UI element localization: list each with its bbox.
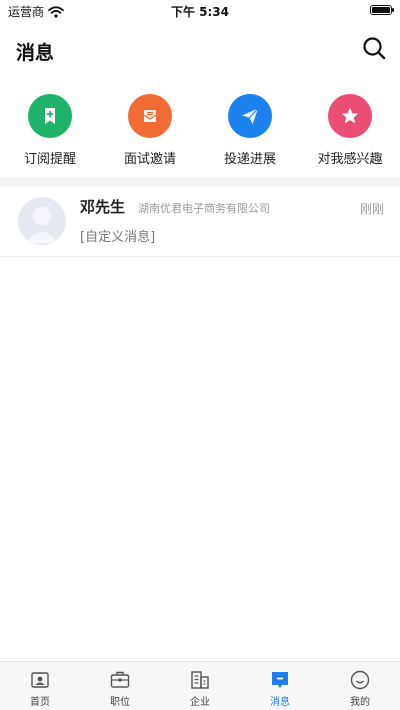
- tab-label: 企业: [190, 697, 210, 708]
- tab-bar: 首页 职位 企业 消息 我的: [0, 661, 400, 710]
- briefcase-icon: [110, 671, 130, 688]
- tab-jobs[interactable]: 职位: [80, 662, 160, 710]
- star-icon: [328, 94, 372, 138]
- message-company: 湖南优君电子商务有限公司: [138, 202, 270, 215]
- building-icon: [191, 671, 209, 689]
- delivery-progress-button[interactable]: 投递进展: [200, 94, 300, 170]
- tab-companies[interactable]: 企业: [160, 662, 240, 710]
- paper-plane-icon: [228, 94, 272, 138]
- tab-messages[interactable]: 消息: [240, 662, 320, 710]
- quick-actions: 订阅提醒 面试邀请 投递进展 对我感兴趣: [0, 94, 400, 170]
- mail-icon: [128, 94, 172, 138]
- battery-icon: [370, 5, 394, 15]
- tab-label: 消息: [270, 697, 290, 708]
- interview-invite-button[interactable]: 面试邀请: [100, 94, 200, 170]
- tab-home[interactable]: 首页: [0, 662, 80, 710]
- header: 消息: [0, 22, 400, 78]
- bookmark-plus-icon: [28, 94, 72, 138]
- page-title: 消息: [16, 42, 55, 64]
- search-icon: [363, 37, 386, 60]
- tab-label: 职位: [110, 697, 130, 708]
- message-icon: [272, 672, 288, 688]
- message-time: 刚刚: [359, 202, 384, 216]
- subscribe-reminder-button[interactable]: 订阅提醒: [0, 94, 100, 170]
- message-item[interactable]: 邓先生 湖南优君电子商务有限公司 刚刚 [自定义消息]: [0, 187, 400, 257]
- tab-profile[interactable]: 我的: [320, 662, 400, 710]
- home-icon: [31, 672, 49, 688]
- interested-in-me-button[interactable]: 对我感兴趣: [300, 94, 400, 170]
- quick-action-label: 投递进展: [223, 152, 276, 167]
- tab-label: 我的: [350, 697, 370, 708]
- quick-action-label: 面试邀请: [123, 152, 176, 167]
- status-bar: 运营商 下午 5:34: [0, 0, 400, 22]
- avatar: [18, 197, 66, 245]
- profile-icon: [350, 670, 370, 690]
- search-button[interactable]: [362, 36, 386, 62]
- clock: 下午 5:34: [170, 5, 230, 19]
- tab-label: 首页: [30, 697, 50, 708]
- message-sender: 邓先生: [80, 198, 126, 216]
- quick-action-label: 订阅提醒: [23, 152, 76, 167]
- quick-action-label: 对我感兴趣: [317, 152, 383, 167]
- section-divider: [0, 177, 400, 187]
- message-preview: [自定义消息]: [80, 230, 156, 245]
